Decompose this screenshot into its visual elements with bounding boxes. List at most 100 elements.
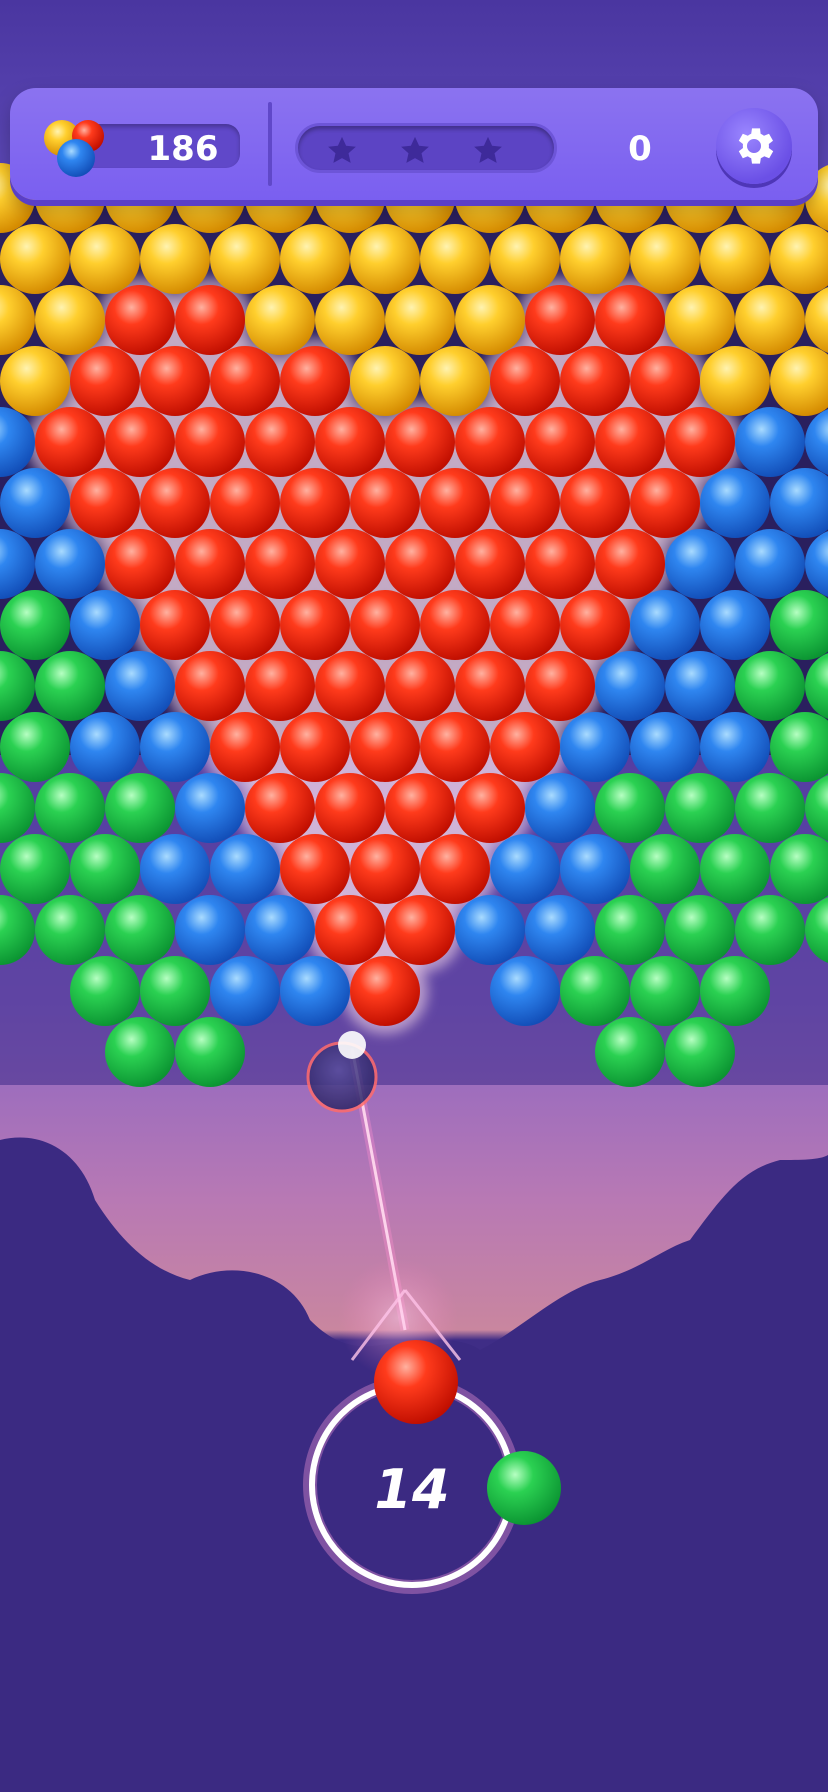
bubble-red	[70, 346, 140, 416]
bubble-green	[665, 895, 735, 965]
bubble-green	[630, 956, 700, 1026]
bubble-red	[315, 529, 385, 599]
bubble-red	[630, 468, 700, 538]
bubble-red	[175, 529, 245, 599]
bubble-red	[105, 529, 175, 599]
bubble-yellow	[280, 224, 350, 294]
bubble-red	[140, 590, 210, 660]
gear-icon	[738, 128, 774, 164]
bubble-yellow	[665, 285, 735, 355]
bubble-yellow	[245, 285, 315, 355]
bubble-red	[385, 529, 455, 599]
next-bubble[interactable]	[487, 1451, 561, 1525]
bubble-yellow	[455, 285, 525, 355]
bubble-green	[0, 712, 70, 782]
bubble-red	[315, 895, 385, 965]
bubble-red	[280, 468, 350, 538]
bubble-blue	[700, 590, 770, 660]
bubble-red	[525, 407, 595, 477]
bubble-blue	[700, 468, 770, 538]
bubble-red	[140, 468, 210, 538]
bubble-red	[525, 529, 595, 599]
bubble-red	[490, 346, 560, 416]
bubble-red	[630, 346, 700, 416]
bubble-green	[105, 895, 175, 965]
bubble-green	[175, 1017, 245, 1087]
bubble-red	[210, 468, 280, 538]
bubble-yellow	[140, 224, 210, 294]
bubble-red	[420, 834, 490, 904]
bubble-red	[490, 468, 560, 538]
bubble-red	[210, 346, 280, 416]
bubble-blue	[245, 895, 315, 965]
bubble-yellow	[0, 346, 70, 416]
bubble-blue	[175, 895, 245, 965]
bubble-blue	[105, 651, 175, 721]
bubble-red	[350, 956, 420, 1026]
bubble-yellow	[630, 224, 700, 294]
bubble-green	[630, 834, 700, 904]
bubble-red	[280, 834, 350, 904]
bubble-green	[35, 651, 105, 721]
hud-divider	[268, 102, 272, 186]
bubble-red	[455, 651, 525, 721]
star-3-icon	[474, 136, 502, 163]
aim-tip-glow	[338, 1031, 366, 1059]
bubble-red	[420, 590, 490, 660]
bubble-blue	[630, 590, 700, 660]
bubble-red	[490, 590, 560, 660]
bubble-red	[210, 712, 280, 782]
bubble-blue	[525, 895, 595, 965]
bubble-green	[735, 895, 805, 965]
game-board[interactable]: 186 0 14	[0, 0, 828, 1792]
bubble-green	[35, 895, 105, 965]
bubble-red	[525, 651, 595, 721]
bubble-green	[595, 1017, 665, 1087]
bubble-green	[700, 956, 770, 1026]
bubble-yellow	[70, 224, 140, 294]
bubble-red	[455, 407, 525, 477]
bubble-blue	[0, 468, 70, 538]
bubble-red	[385, 407, 455, 477]
bubble-blue	[210, 956, 280, 1026]
bubble-green	[0, 590, 70, 660]
bubble-red	[665, 407, 735, 477]
coin-count: 186	[147, 129, 219, 169]
bubble-blue	[525, 773, 595, 843]
bubble-red	[385, 773, 455, 843]
bubble-green	[595, 773, 665, 843]
bubble-red	[350, 468, 420, 538]
bubble-yellow	[735, 285, 805, 355]
bubble-red	[245, 529, 315, 599]
bubble-blue	[560, 712, 630, 782]
bubble-yellow	[385, 285, 455, 355]
bubble-blue	[140, 712, 210, 782]
bubble-yellow	[350, 346, 420, 416]
settings-button[interactable]	[716, 108, 792, 184]
bubble-red	[105, 407, 175, 477]
bubble-red	[560, 590, 630, 660]
bubble-red	[70, 468, 140, 538]
bubble-red	[385, 651, 455, 721]
bubble-green	[0, 834, 70, 904]
loaded-bubble[interactable]	[374, 1340, 458, 1424]
bubble-red	[175, 651, 245, 721]
bubble-red	[595, 407, 665, 477]
bubble-blue	[490, 834, 560, 904]
score-value: 0	[628, 129, 652, 169]
bubble-red	[420, 468, 490, 538]
bubble-blue	[735, 529, 805, 599]
bubble-blue	[175, 773, 245, 843]
bubble-green	[105, 773, 175, 843]
bubble-yellow	[420, 346, 490, 416]
bubble-green	[700, 834, 770, 904]
bubble-red	[350, 834, 420, 904]
bubble-red	[560, 346, 630, 416]
bubble-red	[280, 590, 350, 660]
bubble-red	[280, 712, 350, 782]
bubble-red	[385, 895, 455, 965]
bubble-red	[525, 285, 595, 355]
bubble-red	[315, 651, 385, 721]
bubble-green	[665, 1017, 735, 1087]
bubble-red	[245, 773, 315, 843]
